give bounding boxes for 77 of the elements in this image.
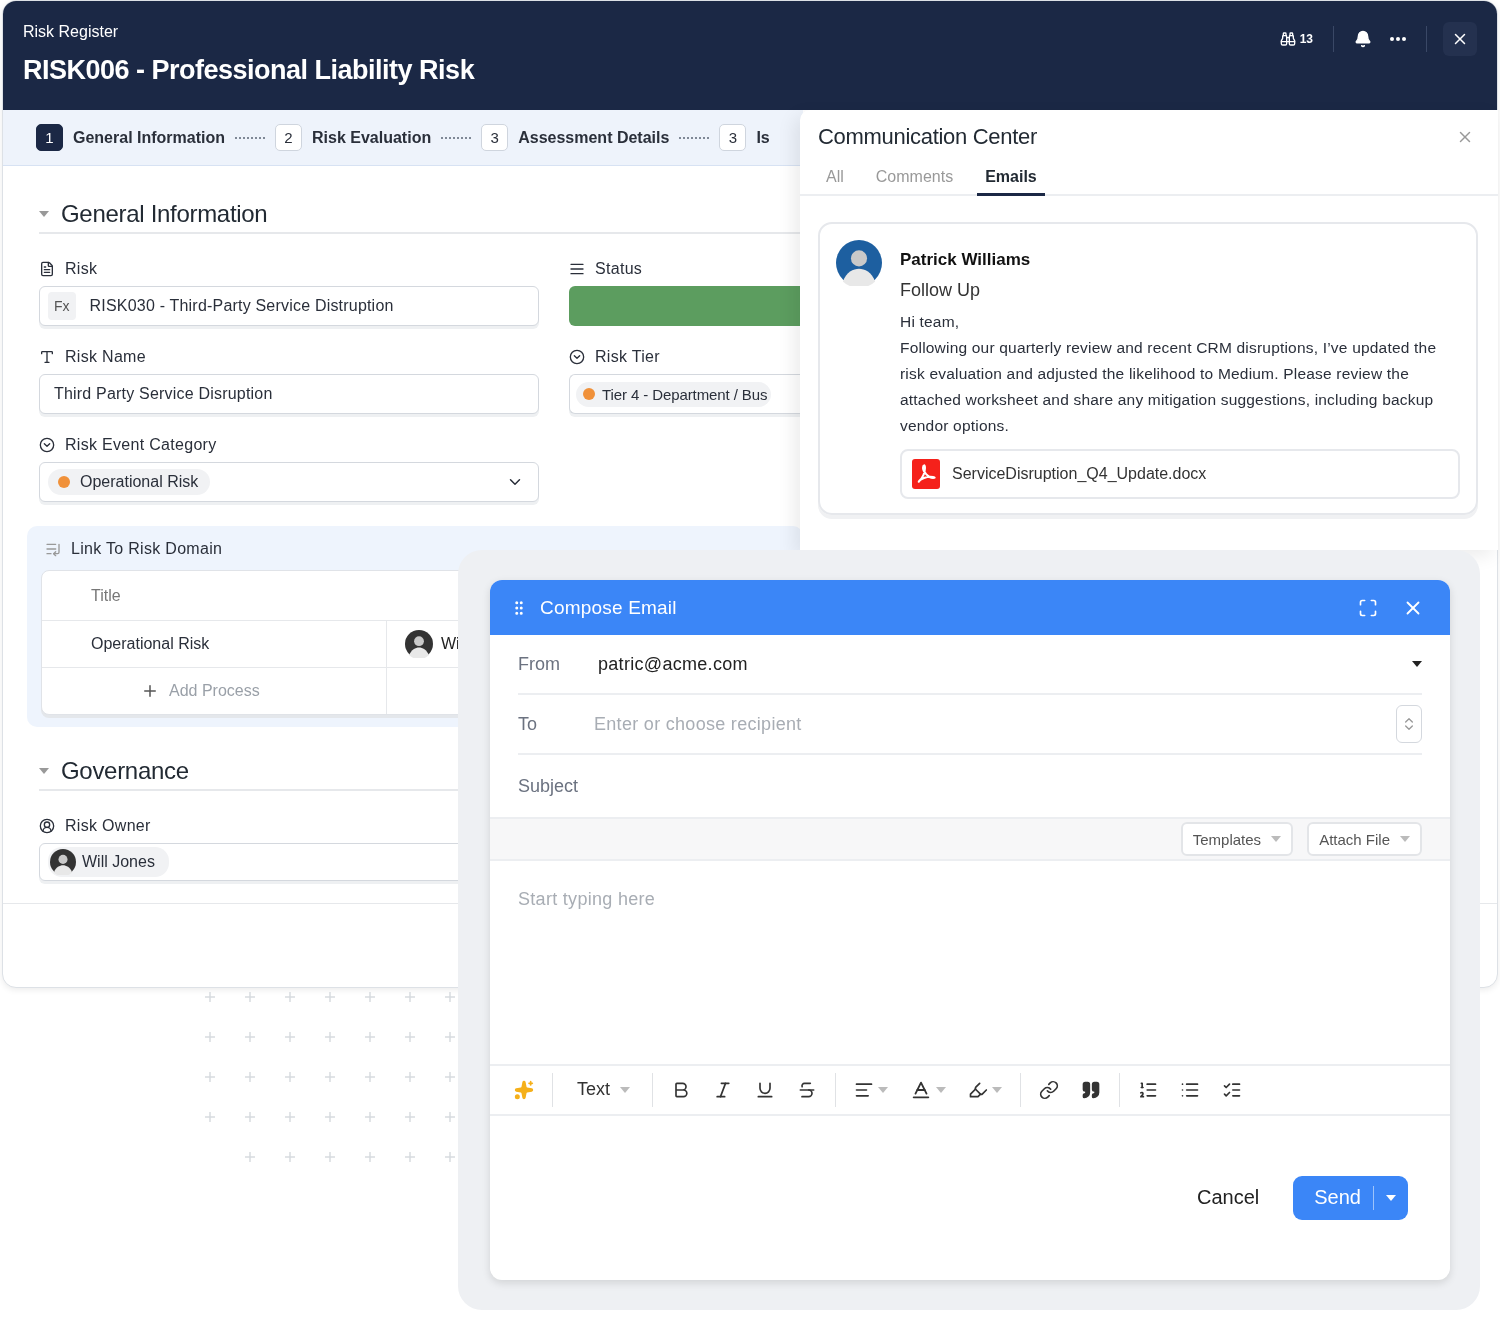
pdf-icon bbox=[912, 459, 940, 489]
email-subject: Follow Up bbox=[900, 280, 982, 301]
field-label: Status bbox=[595, 260, 643, 278]
formula-badge: Fx bbox=[48, 292, 76, 320]
avatar bbox=[405, 630, 433, 658]
section-title: Governance bbox=[61, 757, 189, 785]
sparkles-icon bbox=[514, 1079, 534, 1100]
owner-name: Will Jones bbox=[82, 853, 155, 871]
close-button[interactable] bbox=[1443, 22, 1477, 56]
document-icon bbox=[39, 261, 55, 277]
tag-label: Operational Risk bbox=[80, 473, 199, 491]
compose-title: Compose Email bbox=[540, 596, 678, 619]
email-body: Following our quarterly review and recent CRM disruptions, I’ve updated the risk evaluation and adjusted the likelihood to Medium. Please review the attached worksheet and share any mitigation suggestions, including backup vendor options. bbox=[900, 338, 1438, 436]
attachment-name: ServiceDisruption_Q4_Update.docx bbox=[952, 465, 1207, 483]
caret-down-icon bbox=[1386, 1194, 1396, 1201]
caret-down-icon bbox=[1400, 836, 1410, 842]
table-cell: Operational Risk bbox=[42, 621, 387, 667]
italic-icon bbox=[713, 1079, 733, 1100]
field-label: Risk Tier bbox=[595, 348, 660, 366]
tag-label: Tier 4 - Department / Bus bbox=[602, 385, 768, 403]
watchers-button[interactable]: 13 bbox=[1275, 27, 1317, 51]
step-tab[interactable]: 3 Assessment Details bbox=[481, 124, 670, 151]
collapse-caret-icon[interactable] bbox=[39, 211, 49, 217]
column-header: Title bbox=[90, 585, 122, 606]
expand-icon bbox=[1358, 597, 1378, 618]
caret-down-icon bbox=[878, 1086, 888, 1093]
plus-icon bbox=[141, 682, 159, 700]
binoculars-icon bbox=[1279, 31, 1296, 47]
risk-field[interactable]: Fx RISK030 - Third-Party Service Distruption bbox=[39, 286, 539, 326]
sender-name: Patrick Williams bbox=[900, 250, 1032, 270]
record-title: RISK006 - Professional Liability Risk bbox=[23, 55, 475, 86]
lines-icon bbox=[569, 261, 585, 277]
attachment[interactable]: ServiceDisruption_Q4_Update.docx bbox=[900, 449, 1460, 499]
dropdown-icon bbox=[569, 349, 585, 365]
field-label: Risk Name bbox=[65, 348, 146, 366]
from-select[interactable]: patric@acme.com bbox=[598, 653, 1412, 675]
panel-tab[interactable]: Emails bbox=[977, 168, 1045, 196]
from-label: From bbox=[518, 653, 561, 675]
avatar bbox=[836, 240, 882, 286]
caret-down-icon bbox=[620, 1086, 630, 1093]
caret-down-icon bbox=[936, 1086, 946, 1093]
text-style-dropdown[interactable]: Text bbox=[563, 1075, 642, 1104]
owner-name: Wi bbox=[441, 635, 460, 653]
subject-label: Subject bbox=[518, 775, 579, 797]
user-icon bbox=[39, 818, 55, 834]
caret-down-icon bbox=[1271, 836, 1282, 842]
caret-down-icon bbox=[1412, 661, 1422, 667]
field-label: Risk bbox=[65, 260, 98, 278]
field-label: Risk Event Category bbox=[65, 436, 217, 454]
attach-file-dropdown[interactable]: Attach File bbox=[1307, 822, 1422, 856]
cancel-button[interactable]: Cancel bbox=[1197, 1178, 1260, 1218]
panel-title: Communication Center bbox=[818, 124, 1037, 150]
field-value: RISK030 - Third-Party Service Distruption bbox=[88, 297, 394, 315]
to-label: To bbox=[518, 713, 538, 735]
step-tab[interactable]: 2 Risk Evaluation bbox=[275, 124, 432, 151]
more-icon bbox=[1390, 37, 1406, 41]
bell-icon bbox=[1354, 30, 1372, 48]
category-select[interactable]: Operational Risk bbox=[39, 462, 539, 502]
templates-dropdown[interactable]: Templates bbox=[1180, 822, 1294, 856]
highlighter-icon bbox=[968, 1079, 988, 1100]
send-button[interactable]: Send bbox=[1293, 1175, 1408, 1220]
caret-down-icon bbox=[992, 1086, 1002, 1093]
text-icon bbox=[39, 349, 55, 365]
quote-icon bbox=[1081, 1079, 1101, 1100]
email-greeting: Hi team, bbox=[900, 312, 961, 332]
field-label: Risk Owner bbox=[65, 817, 151, 835]
collapse-caret-icon[interactable] bbox=[39, 768, 49, 774]
section-title: General Information bbox=[61, 200, 268, 228]
field-value: Third Party Service Disruption bbox=[53, 385, 273, 403]
step-tab[interactable]: 1 General Information bbox=[36, 124, 226, 151]
panel-title: Link To Risk Domain bbox=[71, 540, 223, 558]
dropdown-icon bbox=[39, 437, 55, 453]
risk-name-field[interactable]: Third Party Service Disruption bbox=[39, 374, 539, 414]
message-editor[interactable]: Start typing here bbox=[490, 861, 1450, 1066]
breadcrumb: Risk Register bbox=[23, 23, 120, 41]
avatar bbox=[50, 849, 76, 875]
risk-tier-field[interactable]: Tier 4 - Department / Bus bbox=[569, 374, 803, 414]
